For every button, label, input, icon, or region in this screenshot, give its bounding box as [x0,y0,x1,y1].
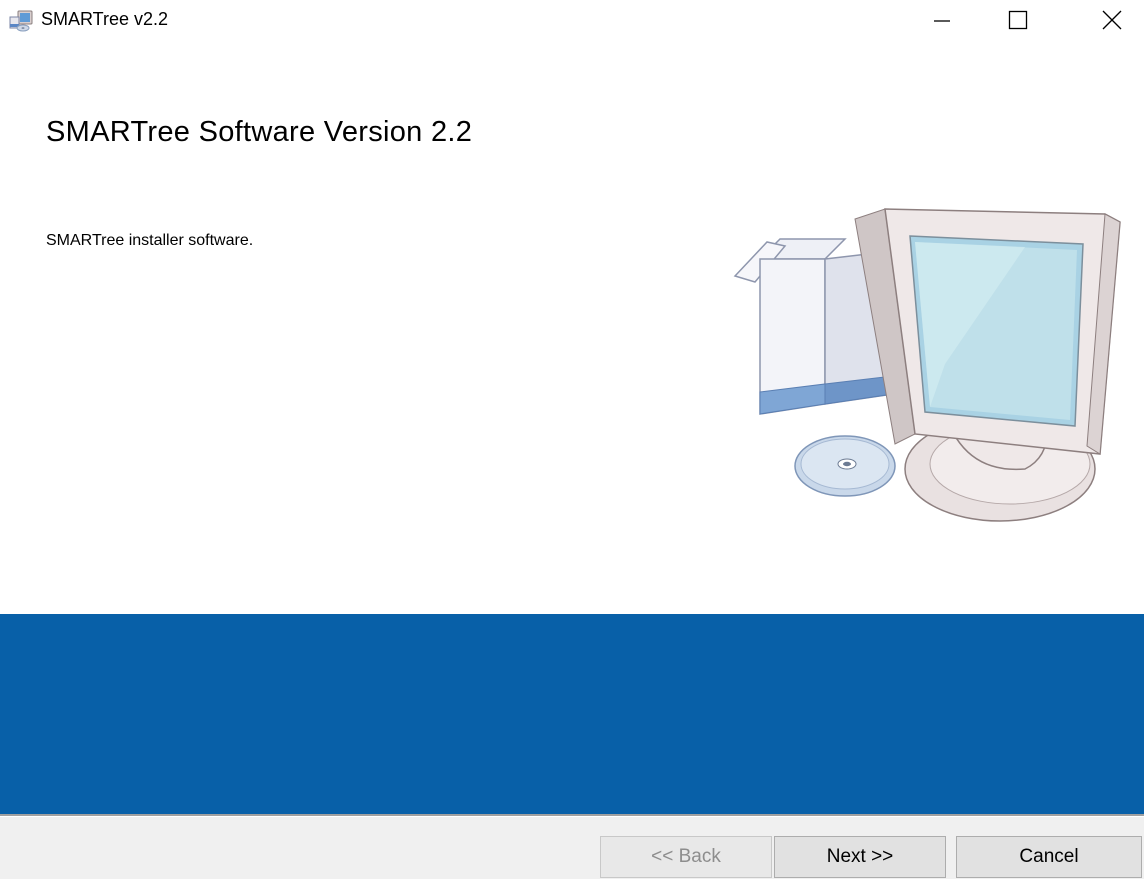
minimize-button[interactable] [912,0,972,44]
back-button[interactable]: << Back [600,836,772,878]
wizard-footer: << Back Next >> Cancel [0,814,1144,879]
maximize-button[interactable] [988,0,1048,44]
installer-window: SMARTree v2.2 SMARTree Software Version … [0,0,1144,879]
close-button[interactable] [1082,0,1142,44]
cancel-button[interactable]: Cancel [956,836,1142,878]
computer-install-illustration [725,164,1125,524]
blue-banner [0,614,1144,814]
footer-divider [0,816,1144,817]
next-button[interactable]: Next >> [774,836,946,878]
maximize-icon [1007,9,1029,36]
page-description: SMARTree installer software. [46,232,254,249]
close-icon [1101,9,1123,36]
window-title: SMARTree v2.2 [41,9,169,29]
title-bar[interactable]: SMARTree v2.2 [0,0,1144,44]
minimize-icon [932,10,952,35]
installer-app-icon [9,10,33,32]
page-title: SMARTree Software Version 2.2 [46,116,473,148]
welcome-panel: SMARTree Software Version 2.2 SMARTree i… [0,44,1144,614]
